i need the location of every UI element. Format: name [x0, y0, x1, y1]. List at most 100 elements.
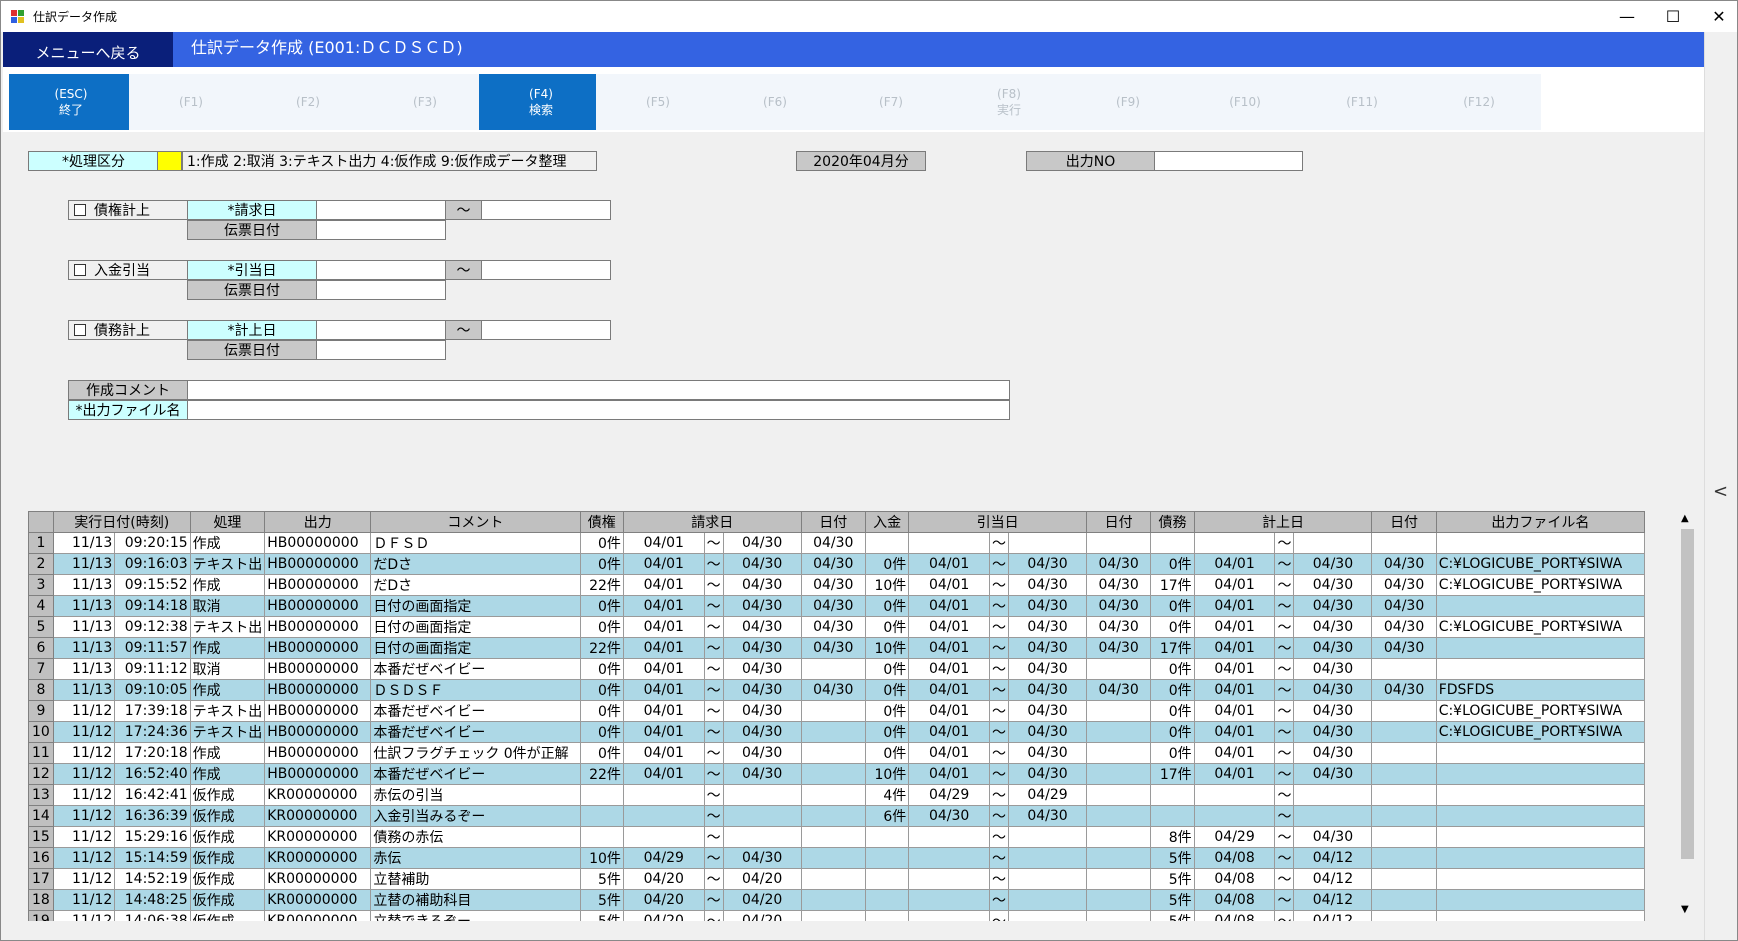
col-header-shori[interactable]: 処理: [189, 511, 266, 533]
table-row[interactable]: 8 11/13 09:10:05 作成 HB00000000 ＤＳＤＳＦ 0件 04/01 ～ 0…: [28, 679, 1645, 701]
col-header-keijo-date[interactable]: 計上日: [1193, 511, 1373, 533]
filename-input[interactable]: [187, 400, 1010, 420]
col-header-comment[interactable]: コメント: [370, 511, 581, 533]
col-header-saiken-date[interactable]: 日付: [800, 511, 866, 533]
table-row[interactable]: 17 11/12 14:52:19 仮作成 KR00000000 立替補助 5件 04/20 ～…: [28, 868, 1645, 890]
fkey-label: 検索: [528, 103, 553, 117]
table-cell: 04/01: [622, 658, 705, 680]
table-row[interactable]: 1 11/13 09:20:15 作成 HB00000000 ＤＦＳＤ 0件 04/01 ～ 04…: [28, 532, 1645, 554]
fkey-f9[interactable]: (F9): [1066, 74, 1190, 130]
hikiate-date-from[interactable]: [316, 260, 446, 280]
fkey-f7[interactable]: (F7): [829, 74, 953, 130]
table-cell: 17件: [1150, 763, 1195, 785]
col-header-seikyu-date[interactable]: 請求日: [622, 511, 802, 533]
comment-input[interactable]: [187, 380, 1010, 400]
table-cell: 0件: [1150, 742, 1195, 764]
col-header-hikiate-date[interactable]: 引当日: [908, 511, 1088, 533]
table-cell: [908, 826, 991, 848]
table-cell: 04/01: [1193, 763, 1276, 785]
maximize-button[interactable]: ☐: [1650, 1, 1696, 32]
col-header-saimu-date[interactable]: 日付: [1371, 511, 1437, 533]
history-grid[interactable]: 実行日付(時刻) 処理 出力 コメント 債権 請求日 日付 入金 引当日 日付 …: [28, 511, 1645, 921]
col-header-saimu[interactable]: 債務: [1150, 511, 1195, 533]
table-row[interactable]: 16 11/12 15:14:59 仮作成 KR00000000 赤伝 10件 04/29 ～ 0…: [28, 847, 1645, 869]
saiken-checkbox[interactable]: 債権計上: [68, 200, 188, 220]
close-button[interactable]: ✕: [1696, 1, 1738, 32]
col-header-saiken[interactable]: 債権: [579, 511, 624, 533]
fkey-f4[interactable]: (F4) 検索: [479, 74, 603, 130]
table-cell: ～: [1274, 721, 1295, 743]
saimu-denpyo-input[interactable]: [316, 340, 446, 360]
nyukin-denpyo-input[interactable]: [316, 280, 446, 300]
fkey-f6[interactable]: (F6): [713, 74, 837, 130]
table-row[interactable]: 4 11/13 09:14:18 取消 HB00000000 日付の画面指定 0件 04/01…: [28, 595, 1645, 617]
collapse-panel-icon[interactable]: <: [1713, 481, 1728, 502]
table-cell: ～: [1274, 595, 1295, 617]
col-header-output[interactable]: 出力: [264, 511, 372, 533]
col-header-nyukin-date[interactable]: 日付: [1086, 511, 1152, 533]
col-header-filename[interactable]: 出力ファイル名: [1435, 511, 1645, 533]
table-row[interactable]: 18 11/12 14:48:25 仮作成 KR00000000 立替の補助科目 5件 04/…: [28, 889, 1645, 911]
table-row[interactable]: 3 11/13 09:15:52 作成 HB00000000 だDさ 22件 04/01 ～ 04…: [28, 574, 1645, 596]
fkey-f8[interactable]: (F8) 実行: [947, 74, 1071, 130]
table-cell: ～: [703, 679, 724, 701]
nyukin-checkbox[interactable]: 入金引当: [68, 260, 188, 280]
keijo-date-to[interactable]: [481, 320, 611, 340]
table-row[interactable]: 9 11/12 17:39:18 テキスト出 HB00000000 本番だぜベイビー 0件 0…: [28, 700, 1645, 722]
fkey-f10[interactable]: (F10): [1183, 74, 1307, 130]
table-cell: 仮作成: [189, 868, 266, 890]
table-row[interactable]: 1911/1214:06:38仮作成KR00000000立替できるぞー5件04/…: [28, 910, 1645, 921]
table-row[interactable]: 7 11/13 09:11:12 取消 HB00000000 本番だぜベイビー 0件 04/0…: [28, 658, 1645, 680]
fkey-f2[interactable]: (F2): [246, 74, 370, 130]
table-cell: 日付の画面指定: [370, 595, 581, 617]
table-row[interactable]: 15 11/12 15:29:16 仮作成 KR00000000 債務の赤伝～～ 8件 04/…: [28, 826, 1645, 848]
table-cell: 11/12: [52, 700, 116, 722]
table-row[interactable]: 6 11/13 09:11:57 作成 HB00000000 日付の画面指定 22件 04/0…: [28, 637, 1645, 659]
table-cell: KR00000000: [264, 868, 372, 890]
table-row[interactable]: 11 11/12 17:20:18 作成 HB00000000 仕訳フラグチェック 0件が…: [28, 742, 1645, 764]
table-row[interactable]: 10 11/12 17:24:36 テキスト出 HB00000000 本番だぜベイビー 0件…: [28, 721, 1645, 743]
keijo-date-from[interactable]: [316, 320, 446, 340]
table-row[interactable]: 5 11/13 09:12:38 テキスト出 HB00000000 日付の画面指定 0件 04…: [28, 616, 1645, 638]
table-row[interactable]: 2 11/13 09:16:03 テキスト出 HB00000000 だDさ 0件 04/01 ～…: [28, 553, 1645, 575]
saiken-denpyo-input[interactable]: [316, 220, 446, 240]
table-cell: 04/30: [1008, 679, 1088, 701]
fkey-f5[interactable]: (F5): [596, 74, 720, 130]
seikyu-date-to[interactable]: [481, 200, 611, 220]
table-cell: 17:39:18: [114, 700, 191, 722]
saimu-checkbox[interactable]: 債務計上: [68, 320, 188, 340]
table-cell: [1150, 532, 1195, 554]
shori-kubun-input[interactable]: [157, 151, 182, 171]
scroll-down-icon[interactable]: ▼: [1681, 904, 1689, 915]
table-cell: [1086, 805, 1152, 827]
title-bar: 仕訳データ作成 — ☐ ✕: [1, 1, 1737, 32]
hikiate-date-to[interactable]: [481, 260, 611, 280]
fkey-f3[interactable]: (F3): [363, 74, 487, 130]
output-no-input[interactable]: [1154, 151, 1303, 171]
scroll-up-icon[interactable]: ▲: [1681, 513, 1689, 524]
row-number: 19: [28, 910, 54, 921]
fkey-f11[interactable]: (F11): [1300, 74, 1424, 130]
col-header-exec-datetime[interactable]: 実行日付(時刻): [52, 511, 191, 533]
fkey-f1[interactable]: (F1): [129, 74, 253, 130]
table-cell: 0件: [579, 700, 624, 722]
table-cell: 04/20: [722, 868, 802, 890]
row-number: 15: [28, 826, 54, 848]
menu-back-button[interactable]: メニューへ戻る: [3, 32, 173, 67]
table-cell: 04/30: [800, 637, 866, 659]
table-cell: 04/30: [1371, 616, 1437, 638]
table-row[interactable]: 12 11/12 16:52:40 作成 HB00000000 本番だぜベイビー 22件 04…: [28, 763, 1645, 785]
saiken-denpyo-label: 伝票日付: [187, 220, 317, 240]
col-header-nyukin[interactable]: 入金: [864, 511, 910, 533]
fkey-f12[interactable]: (F12): [1417, 74, 1541, 130]
table-cell: 17:24:36: [114, 721, 191, 743]
grid-header-row: 実行日付(時刻) 処理 出力 コメント 債権 請求日 日付 入金 引当日 日付 …: [28, 511, 1645, 533]
table-cell: 04/30: [1086, 595, 1152, 617]
seikyu-date-from[interactable]: [316, 200, 446, 220]
fkey-esc[interactable]: (ESC) 終了: [9, 74, 133, 130]
minimize-button[interactable]: —: [1604, 1, 1650, 32]
table-row[interactable]: 14 11/12 16:36:39 仮作成 KR00000000 入金引当みるぞー～ 6件 0…: [28, 805, 1645, 827]
scrollbar-thumb[interactable]: [1681, 529, 1694, 859]
table-row[interactable]: 13 11/12 16:42:41 仮作成 KR00000000 赤伝の引当～ 4件 04/2…: [28, 784, 1645, 806]
table-cell: 16:52:40: [114, 763, 191, 785]
